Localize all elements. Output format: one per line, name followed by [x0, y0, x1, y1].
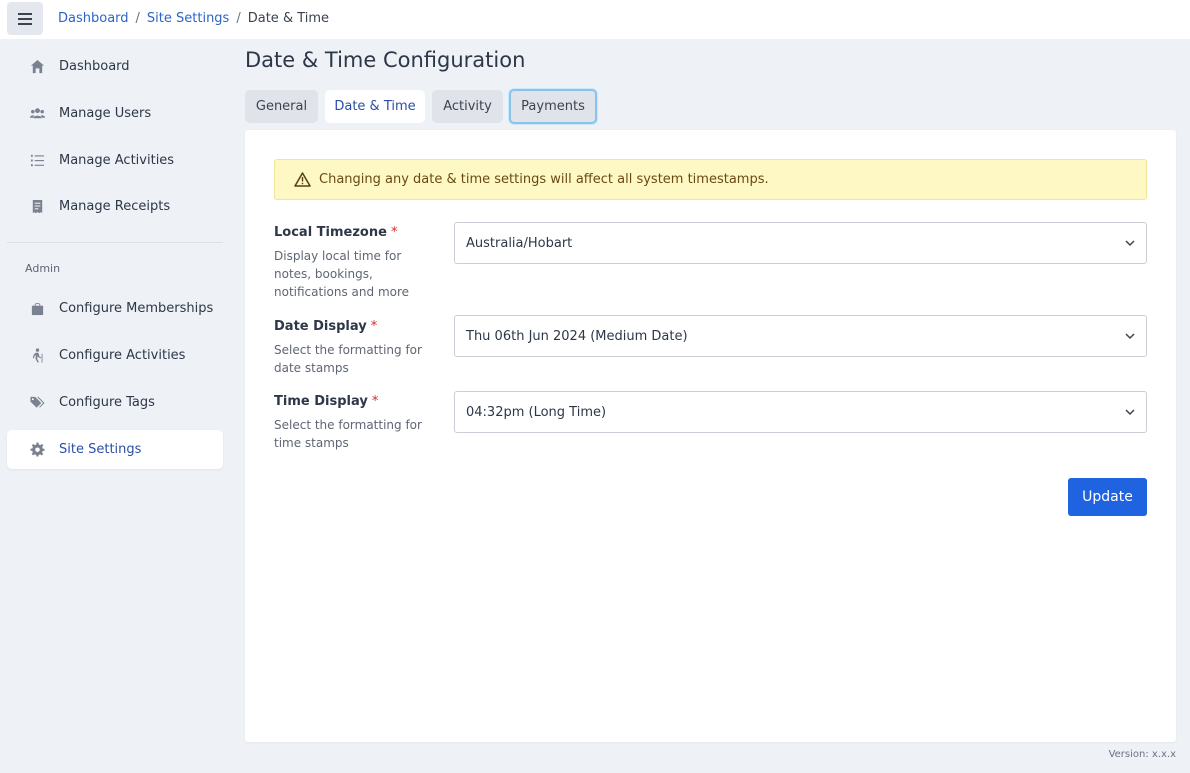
chevron-down-icon	[1125, 409, 1135, 416]
required-mark: *	[370, 319, 378, 334]
update-button[interactable]: Update	[1068, 478, 1147, 516]
page-title: Date & Time Configuration	[245, 48, 526, 72]
chevron-down-icon	[1125, 333, 1135, 340]
tags-icon	[29, 395, 45, 411]
tab-activity[interactable]: Activity	[432, 90, 503, 123]
sidebar-item-label: Configure Activities	[59, 348, 186, 363]
version-text: Version: x.x.x	[1108, 749, 1176, 760]
sidebar-item-label: Manage Receipts	[59, 199, 171, 214]
sidebar-section-admin: Admin	[25, 262, 61, 275]
required-mark: *	[371, 394, 379, 409]
hamburger-icon	[18, 12, 32, 25]
required-mark: *	[390, 225, 398, 240]
sidebar-item-manage-activities[interactable]: Manage Activities	[7, 141, 223, 180]
timezone-select[interactable]: Australia/Hobart	[454, 222, 1147, 264]
chevron-down-icon	[1125, 240, 1135, 247]
sidebar-item-label: Manage Users	[59, 106, 152, 121]
sidebar-item-label: Configure Tags	[59, 395, 155, 410]
home-icon	[29, 59, 45, 75]
tab-payments[interactable]: Payments	[509, 89, 597, 124]
sidebar-item-manage-receipts[interactable]: Manage Receipts	[7, 187, 223, 226]
breadcrumb-separator: /	[236, 11, 241, 26]
receipt-icon	[29, 199, 45, 215]
sidebar-item-dashboard[interactable]: Dashboard	[7, 47, 223, 86]
settings-card: Changing any date & time settings will a…	[245, 130, 1176, 742]
timezone-label-text: Local Timezone	[274, 225, 387, 240]
sidebar-item-label: Configure Memberships	[59, 301, 214, 316]
sidebar-item-configure-activities[interactable]: Configure Activities	[7, 336, 223, 375]
warning-icon	[294, 172, 311, 187]
gear-icon	[29, 442, 45, 458]
top-bar: Dashboard / Site Settings / Date & Time	[0, 0, 1190, 39]
time-display-help: Select the formatting for time stamps	[274, 418, 422, 450]
tab-general[interactable]: General	[245, 90, 318, 123]
sidebar-item-label: Dashboard	[59, 59, 130, 74]
sidebar-divider	[7, 242, 223, 243]
date-display-label-text: Date Display	[274, 319, 367, 334]
sidebar: Dashboard Manage Users Manage Activities…	[0, 39, 230, 773]
sidebar-item-configure-memberships[interactable]: Configure Memberships	[7, 289, 223, 328]
hiking-icon	[29, 348, 45, 364]
time-display-label-text: Time Display	[274, 394, 368, 409]
warning-alert: Changing any date & time settings will a…	[274, 159, 1147, 200]
sidebar-item-label: Manage Activities	[59, 153, 175, 168]
list-icon	[29, 153, 45, 169]
date-display-value: Thu 06th Jun 2024 (Medium Date)	[466, 328, 688, 344]
breadcrumb: Dashboard / Site Settings / Date & Time	[58, 11, 329, 26]
bag-icon	[29, 301, 45, 317]
tab-date-time[interactable]: Date & Time	[325, 90, 425, 123]
timezone-value: Australia/Hobart	[466, 235, 573, 251]
breadcrumb-dashboard[interactable]: Dashboard	[58, 11, 129, 26]
breadcrumb-separator: /	[135, 11, 140, 26]
time-display-select[interactable]: 04:32pm (Long Time)	[454, 391, 1147, 433]
alert-text: Changing any date & time settings will a…	[319, 172, 769, 187]
breadcrumb-current: Date & Time	[247, 11, 330, 26]
date-display-label: Date Display *	[274, 319, 377, 334]
users-icon	[29, 106, 45, 122]
date-display-select[interactable]: Thu 06th Jun 2024 (Medium Date)	[454, 315, 1147, 357]
time-display-label: Time Display *	[274, 394, 378, 409]
date-display-help: Select the formatting for date stamps	[274, 343, 422, 375]
sidebar-item-label: Site Settings	[59, 442, 142, 457]
sidebar-item-manage-users[interactable]: Manage Users	[7, 94, 223, 133]
menu-toggle-button[interactable]	[7, 2, 43, 35]
timezone-label: Local Timezone *	[274, 225, 397, 240]
sidebar-item-site-settings[interactable]: Site Settings	[7, 430, 223, 469]
time-display-value: 04:32pm (Long Time)	[466, 404, 607, 420]
timezone-help: Display local time for notes, bookings, …	[274, 249, 410, 299]
breadcrumb-site-settings[interactable]: Site Settings	[147, 11, 229, 26]
sidebar-item-configure-tags[interactable]: Configure Tags	[7, 383, 223, 422]
